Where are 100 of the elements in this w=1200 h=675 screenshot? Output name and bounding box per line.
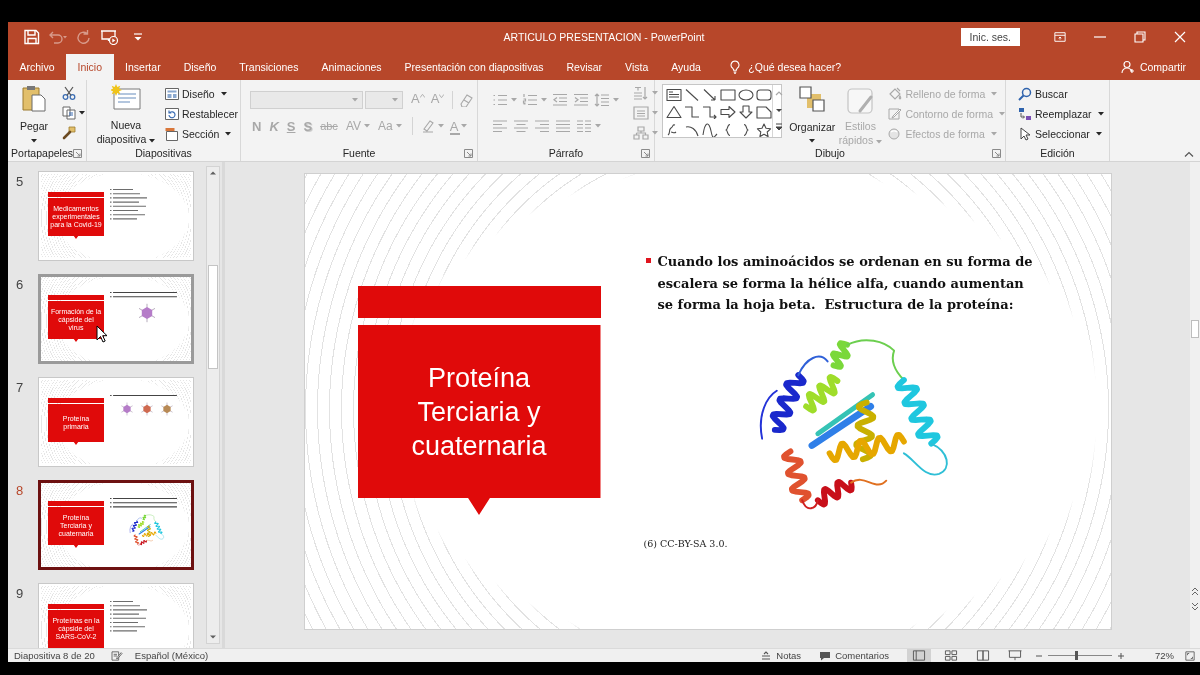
shapes-gallery[interactable] — [662, 84, 782, 138]
dialog-launcher-icon[interactable] — [73, 148, 82, 158]
slideshow-icon[interactable] — [100, 29, 120, 45]
find-button[interactable]: Buscar — [1018, 85, 1104, 102]
next-slide-icon[interactable] — [1191, 602, 1199, 612]
scissors-icon[interactable] — [62, 86, 76, 100]
pointer-icon — [1018, 126, 1032, 141]
image-credit: (6) CC-BY-SA 3.0. — [643, 537, 728, 549]
previous-slide-icon[interactable] — [1191, 586, 1199, 596]
dialog-launcher-icon[interactable] — [992, 148, 1001, 158]
person-icon — [1120, 60, 1135, 74]
folded-corner-icon[interactable] — [756, 105, 772, 120]
text-lines-drawing — [110, 600, 147, 634]
restore-icon[interactable] — [1134, 31, 1146, 43]
save-icon[interactable] — [22, 29, 42, 45]
caret-icon — [613, 98, 619, 102]
slide-number: 8 — [15, 483, 25, 498]
reset-button[interactable]: Restablecer — [165, 105, 239, 122]
ribbon-tab[interactable]: Insertar — [113, 54, 173, 80]
window-title: ARTICULO PRESENTACION - PowerPoint — [503, 31, 705, 43]
normal-view-icon[interactable] — [907, 649, 931, 662]
replace-button[interactable]: Reemplazar — [1018, 105, 1104, 122]
text-lines-drawing — [110, 394, 177, 399]
layout-icon — [165, 86, 179, 101]
triangle-icon[interactable] — [666, 105, 682, 120]
comments-button[interactable]: Comentarios — [819, 650, 889, 661]
virus-icon — [160, 402, 174, 417]
collapse-ribbon-icon[interactable] — [1184, 151, 1194, 157]
group-label: Fuente — [342, 147, 376, 159]
search-icon — [1018, 86, 1032, 101]
ribbon-tab[interactable]: Transiciones — [227, 54, 310, 80]
notes-button[interactable]: Notas — [760, 650, 802, 661]
right-arrow-icon[interactable] — [720, 105, 736, 120]
ribbon-tab[interactable]: Ayuda — [659, 54, 713, 80]
caret-icon — [437, 124, 444, 128]
curve-icon[interactable] — [702, 122, 718, 137]
scrollbar-thumb[interactable] — [1191, 320, 1199, 338]
layout-button[interactable]: Diseño — [165, 85, 239, 102]
ribbon-tab[interactable]: Inicio — [66, 54, 114, 80]
elbow-arrow-icon[interactable] — [702, 105, 718, 120]
group-label: Dibujo — [815, 147, 845, 159]
slide-counter: Diapositiva 8 de 20 — [14, 649, 95, 662]
virus-icon — [140, 402, 154, 417]
text-box-icon[interactable] — [666, 88, 682, 102]
cursor-icon — [96, 325, 108, 343]
caret-icon — [652, 91, 658, 95]
close-icon[interactable] — [1174, 31, 1186, 43]
scrollbar-thumb[interactable] — [208, 265, 218, 369]
comment-icon — [819, 650, 832, 661]
arrow-icon[interactable] — [702, 88, 718, 102]
ribbon-tab[interactable]: Revisar — [555, 54, 614, 80]
line-icon[interactable] — [684, 88, 700, 102]
scrollbar[interactable] — [206, 166, 220, 644]
caret-icon — [79, 111, 85, 115]
zoom-in-icon[interactable] — [1117, 651, 1125, 660]
notes-icon — [760, 650, 773, 661]
ribbon-tab[interactable]: Vista — [613, 54, 660, 80]
quick-styles-icon — [846, 87, 875, 117]
virus-icon — [137, 303, 157, 324]
caret-down-icon — [439, 94, 445, 98]
scrollbar[interactable] — [1190, 162, 1200, 648]
caret-icon — [461, 124, 468, 128]
zoom-slider-thumb[interactable] — [1074, 651, 1078, 660]
paint-bucket-icon — [888, 86, 903, 101]
accent-bar — [48, 192, 104, 197]
copy-icon[interactable] — [62, 106, 76, 120]
language-label[interactable]: Español (México) — [134, 649, 209, 662]
proofing-icon[interactable] — [110, 650, 123, 661]
slide-number: 9 — [15, 586, 25, 601]
group-label: Diapositivas — [135, 147, 192, 159]
section-button[interactable]: Sección — [165, 125, 239, 142]
caret-up-icon — [419, 94, 425, 98]
ribbon-display-icon[interactable] — [1054, 31, 1066, 43]
ribbon-tab[interactable]: Presentación con diapositivas — [393, 54, 555, 80]
zoom-level[interactable]: 72% — [1155, 649, 1174, 662]
ribbon-tab[interactable]: Animaciones — [309, 54, 394, 80]
accent-bar — [48, 604, 104, 609]
caret-icon — [352, 98, 358, 102]
share-button[interactable]: Compartir — [1120, 54, 1186, 80]
accent-bar — [48, 295, 104, 300]
slide-number: 6 — [15, 277, 25, 292]
group-label: Portapapeles — [11, 147, 73, 159]
paste-button[interactable]: Pegar — [14, 84, 54, 145]
reset-icon — [165, 106, 179, 121]
group-label: Párrafo — [548, 147, 584, 159]
ribbon-tab[interactable]: Diseño — [172, 54, 228, 80]
format-painter-icon[interactable] — [62, 126, 76, 140]
star-icon[interactable] — [756, 122, 772, 137]
sign-in-button[interactable]: Inic. ses. — [960, 28, 1020, 46]
select-button[interactable]: Seleccionar — [1018, 125, 1104, 142]
caret-icon — [395, 124, 402, 128]
down-arrow-icon[interactable] — [738, 105, 754, 120]
new-slide-button[interactable]: Nueva diapositiva — [89, 84, 163, 145]
caret-icon — [511, 98, 517, 102]
tell-me-button[interactable]: ¿Qué desea hacer? — [730, 54, 842, 80]
caret-icon — [990, 131, 997, 136]
caret-icon — [364, 124, 370, 128]
fit-to-window-icon[interactable] — [1184, 650, 1196, 661]
arrange-button[interactable]: Organizar — [786, 86, 839, 145]
ribbon-tab[interactable]: Archivo — [8, 54, 66, 80]
